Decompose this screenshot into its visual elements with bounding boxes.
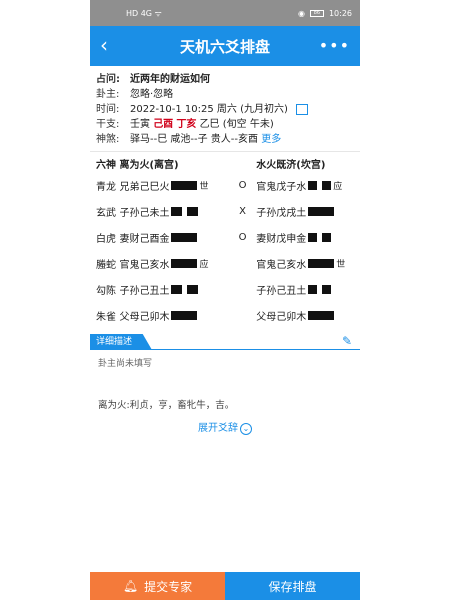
edit-pencil-icon[interactable]: ✎ (342, 334, 352, 348)
phone-screen: HD 4G ᯤ ◉ 86 10:26 ‹ 天机六爻排盘 ••• 占问: 近两年的… (90, 0, 360, 600)
expand-yao-text-link[interactable]: 展开爻辞 ⌄ (90, 419, 360, 435)
yang-line (171, 310, 198, 320)
yang-line (171, 180, 198, 190)
save-chart-button[interactable]: 保存排盘 (225, 572, 360, 600)
yin-line-right (322, 284, 332, 294)
yang-line (308, 258, 335, 268)
yao-mark: 世 (336, 259, 346, 270)
detail-description: 卦主尚未填写 (98, 359, 153, 369)
question-value: 近两年的财运如何 (130, 74, 210, 85)
status-bar: HD 4G ᯤ ◉ 86 10:26 (90, 0, 360, 26)
yang-line (308, 310, 335, 320)
time-value: 2022-10-1 10:25 周六 (九月初六) (130, 104, 288, 115)
yin-line-left (171, 284, 183, 294)
six-god: 勾陈 (96, 285, 116, 297)
yin-line-right (187, 284, 199, 294)
battery-icon: 86 (309, 9, 324, 17)
yao-changed: 子孙戊戌土 (256, 207, 307, 219)
yao-changed: 子孙己丑土 (256, 285, 307, 297)
yao-changed: 妻财戊申金 (256, 233, 307, 245)
moving-mark: O (238, 231, 247, 243)
detail-section-header: 详细描述 ✎ (90, 334, 360, 350)
ganzhi-hour: 乙巳 (199, 119, 220, 130)
yao-changed: 父母己卯木 (256, 311, 307, 323)
yin-line-right (322, 180, 332, 190)
yao-main: 子孙己未土 (119, 207, 170, 219)
page-title: 天机六爻排盘 (179, 37, 270, 56)
ganzhi-month: 己酉 (153, 119, 174, 130)
yin-line-left (308, 180, 318, 190)
yao-main: 兄弟己巳火 (119, 181, 170, 193)
six-gods-header: 六神 (96, 159, 116, 171)
question-label: 占问: (96, 74, 120, 85)
yang-line (171, 232, 198, 242)
six-god: 螣蛇 (96, 259, 116, 271)
detail-tab: 详细描述 (90, 334, 152, 350)
chevron-down-icon: ⌄ (240, 423, 252, 435)
main-hexagram-header: 离为火(离宫) (119, 159, 179, 171)
yao-main: 官鬼己亥水 (119, 259, 170, 271)
hexagram-header: 六神 离为火(离宫) 水火既济(坎宫) (96, 154, 354, 172)
title-bar: ‹ 天机六爻排盘 ••• (90, 26, 360, 66)
hexagram-row: 朱雀 父母己卯木 父母己卯木 (96, 302, 354, 328)
back-arrow-icon[interactable]: ‹ (100, 34, 108, 56)
submit-expert-button[interactable]: 🔔︎ 提交专家 (90, 572, 225, 600)
divination-info: 占问: 近两年的财运如何 卦主: 忽略·忽略 时间: 2022-10-1 10:… (90, 66, 360, 147)
bottom-action-bar: 🔔︎ 提交专家 保存排盘 (90, 572, 360, 600)
yin-line-left (171, 206, 183, 216)
more-icon[interactable]: ••• (319, 36, 350, 55)
subject-label: 卦主: (96, 89, 120, 100)
six-god: 朱雀 (96, 311, 116, 323)
ganzhi-year: 壬寅 (130, 119, 150, 130)
yao-main: 父母己卯木 (119, 311, 170, 323)
six-god: 青龙 (96, 181, 116, 193)
moving-mark: O (238, 179, 247, 191)
yang-line (308, 206, 335, 216)
yang-line (171, 258, 198, 268)
yao-main: 妻财己酉金 (119, 233, 170, 245)
moving-mark: X (239, 205, 247, 217)
hexagram-table: 六神 离为火(离宫) 水火既济(坎宫) 青龙 兄弟己巳火世 O 官鬼戊子水应 玄… (90, 152, 360, 330)
hexagram-row: 玄武 子孙己未土 X 子孙戊戌土 (96, 198, 354, 224)
hexagram-judgement: 离为火:利贞，亨，畜牝牛，吉。 (98, 400, 235, 411)
time-label: 时间: (96, 104, 120, 115)
shensha-value: 驿马--巳 咸池--子 贵人--亥酉 (130, 134, 259, 145)
changed-hexagram-header: 水火既济(坎宫) (256, 159, 326, 171)
clock: 10:26 (328, 8, 352, 18)
submit-expert-label: 提交专家 (144, 579, 193, 594)
yao-changed: 官鬼己亥水 (256, 259, 307, 271)
yao-mark: 世 (199, 181, 209, 192)
bell-icon: 🔔︎ (122, 579, 139, 593)
shensha-label: 神煞: (96, 134, 120, 145)
eye-icon: ◉ (297, 8, 305, 18)
ganzhi-label: 干支: (96, 119, 120, 130)
yin-line-right (322, 232, 332, 242)
ganzhi-day: 丁亥 (176, 119, 197, 130)
hexagram-row: 白虎 妻财己酉金 O 妻财戊申金 (96, 224, 354, 250)
yin-line-left (308, 232, 318, 242)
shensha-more-link[interactable]: 更多 (261, 132, 281, 147)
yao-mark: 应 (199, 259, 209, 270)
yao-main: 子孙己丑土 (119, 285, 170, 297)
six-god: 白虎 (96, 233, 116, 245)
calendar-icon[interactable] (295, 104, 308, 115)
yin-line-left (308, 284, 318, 294)
hexagram-row: 勾陈 子孙己丑土 子孙己丑土 (96, 276, 354, 302)
yao-mark: 应 (333, 181, 343, 192)
six-god: 玄武 (96, 207, 116, 219)
hexagram-row: 螣蛇 官鬼己亥水 应 官鬼己亥水 世 (96, 250, 354, 276)
yao-changed: 官鬼戊子水 (256, 181, 307, 193)
subject-value: 忽略·忽略 (130, 89, 174, 100)
ganzhi-void: (旬空 午未) (222, 119, 274, 130)
yin-line-right (187, 206, 199, 216)
expand-label: 展开爻辞 (198, 423, 238, 434)
signal-indicators: HD 4G ᯤ (126, 8, 162, 18)
hexagram-row: 青龙 兄弟己巳火 世 O 官鬼戊子水 应 (96, 172, 354, 198)
